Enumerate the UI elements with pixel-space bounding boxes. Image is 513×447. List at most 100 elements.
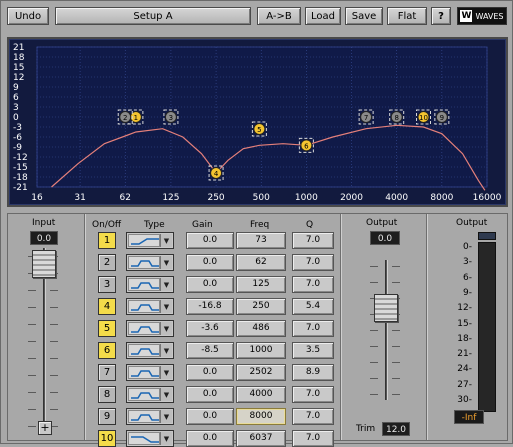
band-freq-field[interactable]: 73 (236, 232, 286, 249)
band-q-field[interactable]: 7.0 (292, 430, 334, 447)
controls-panel: Input 0.0 + On/Off Type Gain Freq Q 1 ▼ 0.… (7, 213, 508, 447)
band-q-field[interactable]: 7.0 (292, 408, 334, 425)
ab-compare-button[interactable]: A->B (257, 7, 301, 25)
band-type-select[interactable]: ▼ (126, 232, 174, 249)
eq-response-graph[interactable]: 21 18 15 12 9 6 3 0 -3 -6 -9 -12 -15 -18 -21 16 31 62 125 2… (7, 37, 508, 207)
flat-button[interactable]: Flat (387, 7, 427, 25)
band-onoff-button[interactable]: 9 (98, 408, 116, 425)
eq-graph-svg[interactable]: 211815129630-3-6-9-12-15-18-2116 31 62 125 2… (9, 39, 506, 205)
band-type-select[interactable]: ▼ (126, 342, 174, 359)
input-fader-tick (28, 290, 36, 291)
peak-hold-value[interactable]: -Inf (454, 410, 484, 424)
dropdown-arrow-icon[interactable]: ▼ (160, 388, 172, 401)
band-q-field[interactable]: 7.0 (292, 386, 334, 403)
dropdown-arrow-icon[interactable]: ▼ (160, 410, 172, 423)
band-gain-field[interactable]: 0.0 (186, 386, 234, 403)
band-type-select[interactable]: ▼ (126, 254, 174, 271)
input-fader-tick (50, 341, 58, 342)
band-freq-field[interactable]: 6037 (236, 430, 286, 447)
band-onoff-button[interactable]: 1 (98, 232, 116, 249)
undo-button[interactable]: Undo (7, 7, 49, 25)
input-plus-button[interactable]: + (38, 421, 52, 435)
dropdown-arrow-icon[interactable]: ▼ (160, 366, 172, 379)
band-gain-field[interactable]: -3.6 (186, 320, 234, 337)
output-fader-tick (392, 282, 400, 283)
dropdown-arrow-icon[interactable]: ▼ (160, 344, 172, 357)
band-q-field[interactable]: 8.9 (292, 364, 334, 381)
dropdown-arrow-icon[interactable]: ▼ (160, 432, 172, 445)
band-onoff-button[interactable]: 4 (98, 298, 116, 315)
band-type-select[interactable]: ▼ (126, 364, 174, 381)
dropdown-arrow-icon[interactable]: ▼ (160, 234, 172, 247)
band-onoff-button[interactable]: 10 (98, 430, 116, 447)
band-gain-field[interactable]: 0.0 (186, 232, 234, 249)
band-q-field[interactable]: 7.0 (292, 232, 334, 249)
y-tick-label: 21 (13, 43, 24, 53)
output-fader-value[interactable]: 0.0 (370, 231, 400, 245)
band-freq-field[interactable]: 1000 (236, 342, 286, 359)
input-fader-tick (28, 358, 36, 359)
band-q-field[interactable]: 7.0 (292, 254, 334, 271)
dropdown-arrow-icon[interactable]: ▼ (160, 256, 172, 269)
band-gain-field[interactable]: 0.0 (186, 364, 234, 381)
preset-name-button[interactable]: Setup A (55, 7, 251, 25)
output-fader-tick (392, 378, 400, 379)
output-fader-tick (392, 362, 400, 363)
header-type: Type (144, 220, 165, 230)
band-freq-field[interactable]: 486 (236, 320, 286, 337)
band-q-field[interactable]: 3.5 (292, 342, 334, 359)
output-fader-track[interactable] (385, 260, 388, 400)
band-onoff-button[interactable]: 5 (98, 320, 116, 337)
band-gain-field[interactable]: 0.0 (186, 254, 234, 271)
bell-filter-icon (128, 322, 160, 335)
band-type-select[interactable]: ▼ (126, 276, 174, 293)
band-freq-field[interactable]: 8000 (236, 408, 286, 425)
trim-value[interactable]: 12.0 (382, 422, 410, 436)
y-tick-label: 3 (13, 103, 19, 113)
dropdown-arrow-icon[interactable]: ▼ (160, 300, 172, 313)
output-fader-tick (392, 346, 400, 347)
band-onoff-button[interactable]: 6 (98, 342, 116, 359)
output-level-meter (478, 242, 496, 412)
meter-scale-label: 9- (463, 287, 472, 298)
band-q-field[interactable]: 7.0 (292, 320, 334, 337)
input-fader-tick (50, 392, 58, 393)
band-gain-field[interactable]: 0.0 (186, 430, 234, 447)
low-shelf-filter-icon (128, 234, 160, 247)
band-freq-field[interactable]: 250 (236, 298, 286, 315)
clip-indicator[interactable] (478, 232, 496, 240)
header-gain: Gain (192, 220, 213, 230)
band-gain-field[interactable]: 0.0 (186, 408, 234, 425)
input-fader-handle[interactable] (32, 250, 56, 278)
help-button[interactable]: ? (431, 7, 451, 25)
band-freq-field[interactable]: 4000 (236, 386, 286, 403)
save-button[interactable]: Save (345, 7, 383, 25)
dropdown-arrow-icon[interactable]: ▼ (160, 278, 172, 291)
band-type-select[interactable]: ▼ (126, 320, 174, 337)
band-q-field[interactable]: 5.4 (292, 298, 334, 315)
q10-equalizer-window: Undo Setup A A->B Load Save Flat ? W WAVE… (0, 0, 513, 447)
band-onoff-button[interactable]: 7 (98, 364, 116, 381)
input-fader-tick (28, 341, 36, 342)
high-shelf-filter-icon (128, 432, 160, 445)
band-gain-field[interactable]: -16.8 (186, 298, 234, 315)
output-fader-handle[interactable] (374, 294, 398, 322)
band-onoff-button[interactable]: 8 (98, 386, 116, 403)
meter-scale-label: 30- (457, 395, 472, 405)
band-gain-field[interactable]: -8.5 (186, 342, 234, 359)
dropdown-arrow-icon[interactable]: ▼ (160, 322, 172, 335)
band-onoff-button[interactable]: 3 (98, 276, 116, 293)
band-onoff-button[interactable]: 2 (98, 254, 116, 271)
band-freq-field[interactable]: 62 (236, 254, 286, 271)
input-value-display[interactable]: 0.0 (30, 231, 58, 245)
band-type-select[interactable]: ▼ (126, 408, 174, 425)
band-type-select[interactable]: ▼ (126, 298, 174, 315)
band-freq-field[interactable]: 2502 (236, 364, 286, 381)
band-type-select[interactable]: ▼ (126, 430, 174, 447)
band-q-field[interactable]: 7.0 (292, 276, 334, 293)
band-freq-field[interactable]: 125 (236, 276, 286, 293)
load-button[interactable]: Load (305, 7, 341, 25)
band-type-select[interactable]: ▼ (126, 386, 174, 403)
y-tick-label: 9 (13, 83, 19, 93)
band-gain-field[interactable]: 0.0 (186, 276, 234, 293)
